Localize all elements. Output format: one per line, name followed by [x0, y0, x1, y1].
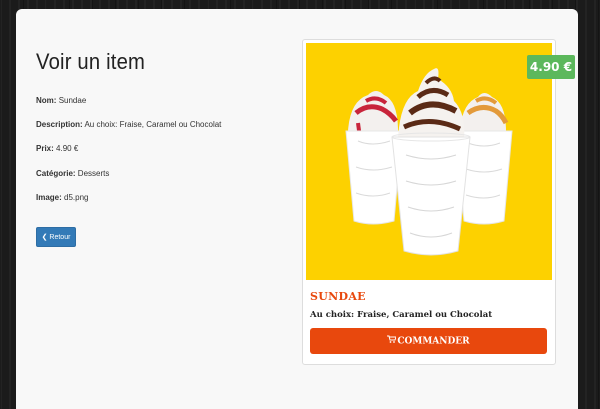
field-image-value: d5.png	[64, 193, 89, 202]
field-description-value: Au choix: Fraise, Caramel ou Chocolat	[84, 120, 222, 129]
arrow-left-icon: ❮	[41, 234, 48, 241]
field-image-label: Image:	[36, 193, 62, 202]
back-button-label: Retour	[49, 234, 71, 241]
field-name-label: Nom:	[36, 96, 57, 105]
field-category-label: Catégorie:	[36, 169, 76, 178]
back-button[interactable]: ❮ Retour	[36, 227, 76, 247]
order-button[interactable]: COMMANDER	[310, 328, 547, 354]
field-image: Image: d5.png	[36, 193, 89, 202]
sundae-illustration	[345, 68, 513, 256]
product-card: 4.90 € SUNDAE Au choix: Fraise, Caramel …	[302, 39, 575, 365]
field-price: Prix: 4.90 €	[36, 144, 78, 153]
field-description: Description: Au choix: Fraise, Caramel o…	[36, 120, 221, 129]
field-price-value: 4.90 €	[56, 144, 79, 153]
field-name: Nom: Sundae	[36, 96, 86, 105]
field-price-label: Prix:	[36, 144, 54, 153]
product-image: 4.90 €	[306, 43, 575, 280]
product-description: Au choix: Fraise, Caramel ou Chocolat	[310, 310, 493, 320]
item-info: Voir un item	[36, 49, 286, 75]
price-badge: 4.90 €	[527, 55, 575, 79]
field-description-label: Description:	[36, 120, 83, 129]
cart-icon	[387, 328, 398, 354]
field-name-value: Sundae	[58, 96, 87, 105]
product-name: SUNDAE	[310, 290, 366, 303]
field-category: Catégorie: Desserts	[36, 169, 109, 178]
field-category-value: Desserts	[77, 169, 110, 178]
page-title: Voir un item	[36, 49, 146, 74]
order-button-label: COMMANDER	[397, 336, 470, 347]
content-panel: Voir un item Nom: Sundae Description: Au…	[16, 9, 578, 409]
